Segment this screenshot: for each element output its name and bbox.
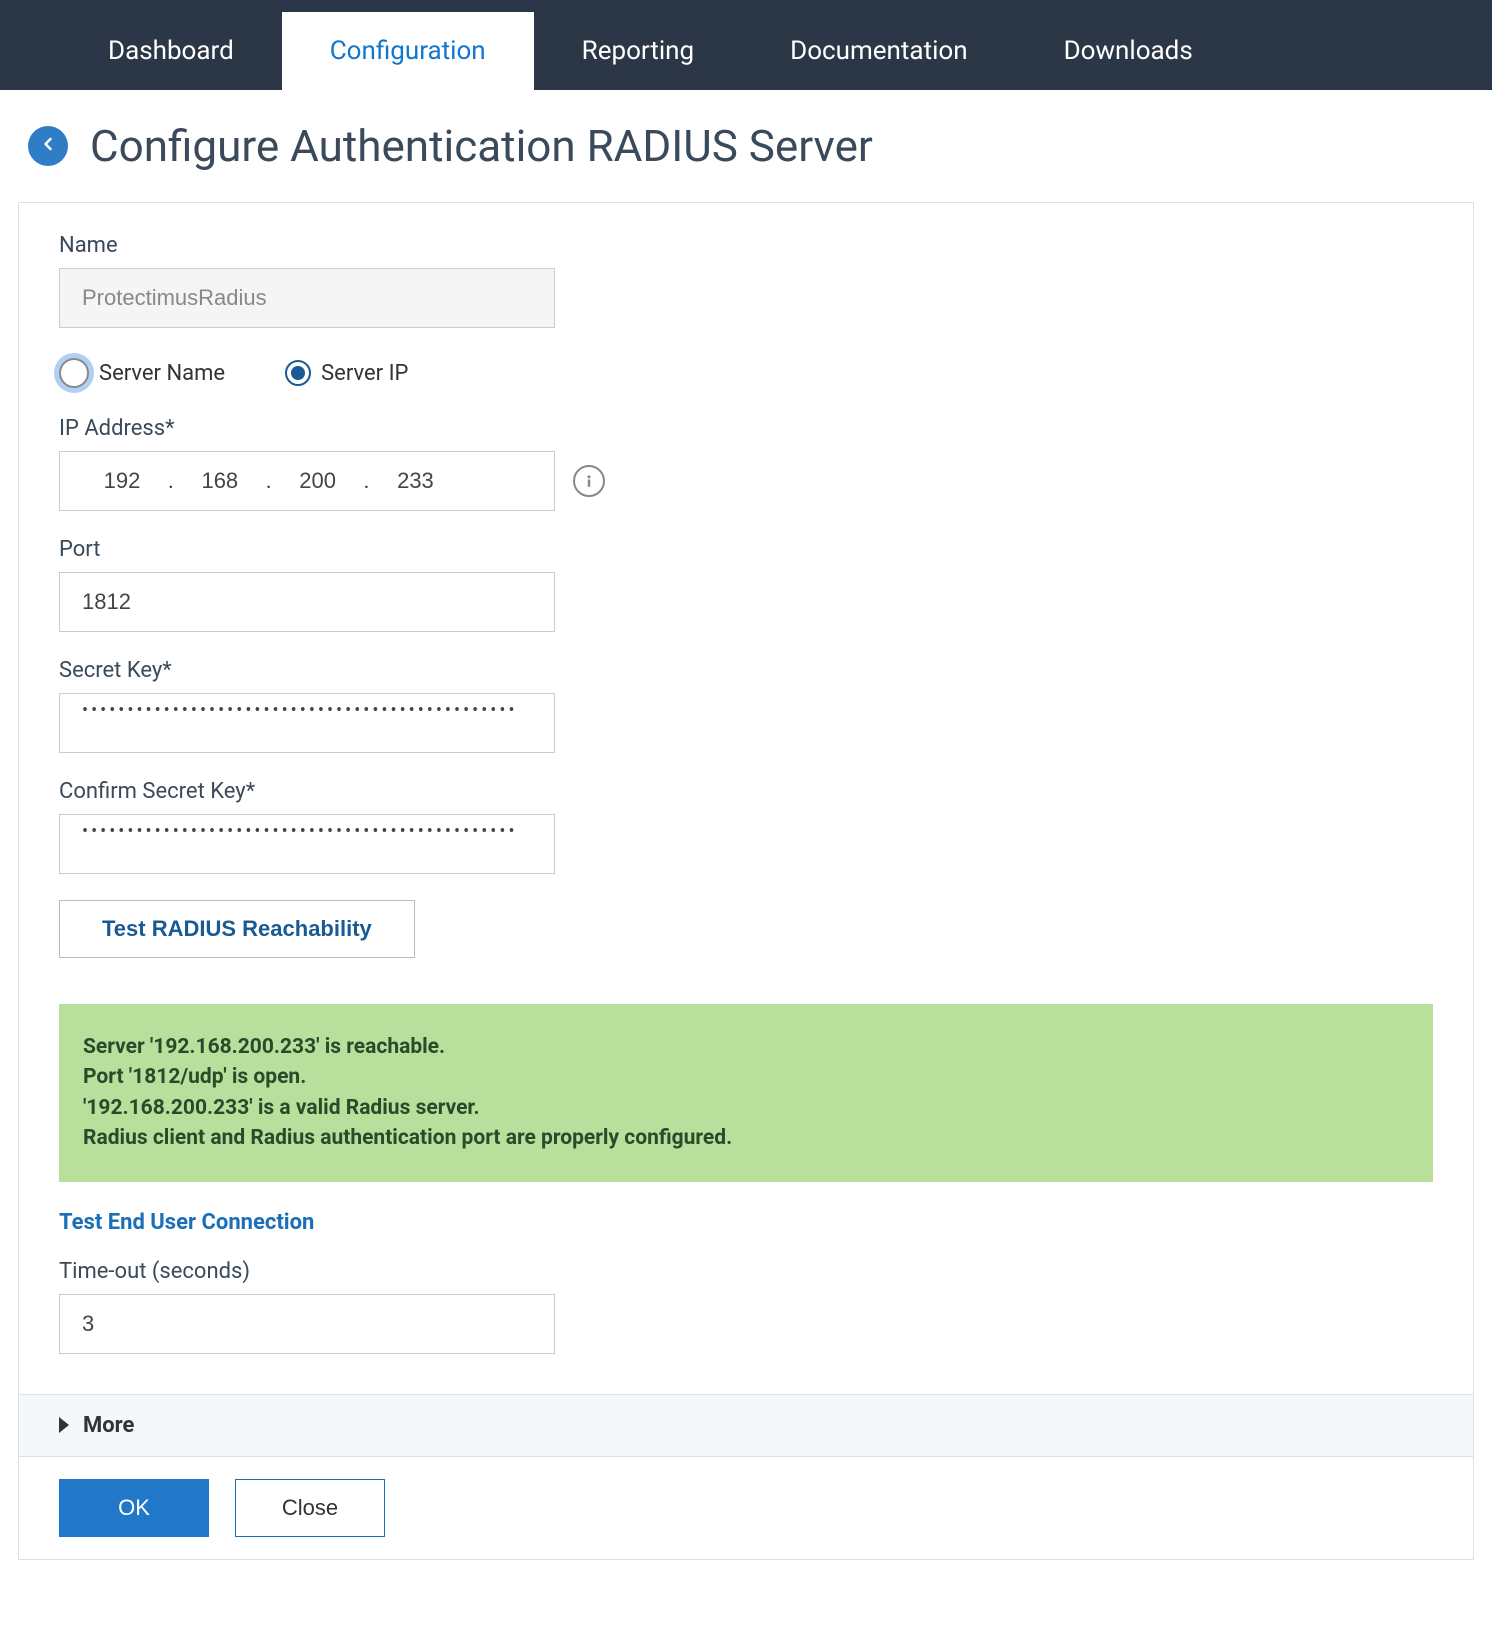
ip-dot: . bbox=[358, 469, 376, 494]
test-radius-label: Test RADIUS Reachability bbox=[102, 916, 372, 941]
timeout-input[interactable] bbox=[59, 1294, 555, 1354]
status-line: Port '1812/udp' is open. bbox=[83, 1062, 1409, 1092]
ip-octet-3[interactable] bbox=[278, 468, 358, 494]
page-title: Configure Authentication RADIUS Server bbox=[90, 120, 873, 172]
page-header: Configure Authentication RADIUS Server bbox=[0, 90, 1492, 202]
status-line: '192.168.200.233' is a valid Radius serv… bbox=[83, 1093, 1409, 1123]
footer-actions: OK Close bbox=[18, 1457, 1474, 1560]
confirm-secret-field: Confirm Secret Key* ••••••••••••••••••••… bbox=[59, 779, 1433, 874]
main-nav: Dashboard Configuration Reporting Docume… bbox=[0, 12, 1492, 90]
ip-dot: . bbox=[162, 469, 180, 494]
nav-label: Documentation bbox=[790, 36, 967, 66]
status-line: Server '192.168.200.233' is reachable. bbox=[83, 1032, 1409, 1062]
nav-dashboard[interactable]: Dashboard bbox=[60, 12, 282, 90]
arrow-left-icon bbox=[38, 134, 58, 158]
nav-label: Dashboard bbox=[108, 36, 234, 66]
top-accent-bar bbox=[0, 0, 1492, 12]
nav-label: Reporting bbox=[582, 36, 694, 66]
radio-icon bbox=[285, 360, 311, 386]
radio-icon bbox=[59, 358, 89, 388]
nav-downloads[interactable]: Downloads bbox=[1016, 12, 1241, 90]
nav-documentation[interactable]: Documentation bbox=[742, 12, 1015, 90]
confirm-secret-label: Confirm Secret Key* bbox=[59, 779, 1433, 804]
nav-configuration[interactable]: Configuration bbox=[282, 12, 534, 90]
name-label: Name bbox=[59, 233, 1433, 258]
ip-octet-1[interactable] bbox=[82, 468, 162, 494]
ok-button[interactable]: OK bbox=[59, 1479, 209, 1537]
status-message: Server '192.168.200.233' is reachable. P… bbox=[59, 1004, 1433, 1182]
ip-octet-4[interactable] bbox=[375, 468, 455, 494]
timeout-label: Time-out (seconds) bbox=[59, 1259, 1433, 1284]
form-panel: Name Server Name Server IP IP Address* .… bbox=[18, 202, 1474, 1395]
radio-label: Server IP bbox=[321, 361, 408, 386]
ip-field: IP Address* . . . bbox=[59, 416, 1433, 511]
name-field: Name bbox=[59, 233, 1433, 328]
test-end-user-link[interactable]: Test End User Connection bbox=[59, 1210, 314, 1235]
caret-right-icon bbox=[59, 1417, 69, 1433]
port-label: Port bbox=[59, 537, 1433, 562]
back-button[interactable] bbox=[28, 126, 68, 166]
test-radius-button[interactable]: Test RADIUS Reachability bbox=[59, 900, 415, 958]
port-input[interactable] bbox=[59, 572, 555, 632]
radio-server-ip[interactable]: Server IP bbox=[285, 360, 408, 386]
radio-server-name[interactable]: Server Name bbox=[59, 358, 225, 388]
confirm-secret-input[interactable]: ••••••••••••••••••••••••••••••••••••••••… bbox=[59, 814, 555, 874]
server-type-radio-group: Server Name Server IP bbox=[59, 358, 1433, 388]
nav-reporting[interactable]: Reporting bbox=[534, 12, 742, 90]
timeout-field: Time-out (seconds) bbox=[59, 1259, 1433, 1354]
info-icon[interactable] bbox=[573, 465, 605, 497]
secret-input[interactable]: ••••••••••••••••••••••••••••••••••••••••… bbox=[59, 693, 555, 753]
secret-label: Secret Key* bbox=[59, 658, 1433, 683]
close-button[interactable]: Close bbox=[235, 1479, 385, 1537]
radio-label: Server Name bbox=[99, 361, 225, 386]
nav-label: Downloads bbox=[1064, 36, 1193, 66]
ip-octet-2[interactable] bbox=[180, 468, 260, 494]
port-field: Port bbox=[59, 537, 1433, 632]
status-line: Radius client and Radius authentication … bbox=[83, 1123, 1409, 1153]
ip-dot: . bbox=[260, 469, 278, 494]
secret-field: Secret Key* ••••••••••••••••••••••••••••… bbox=[59, 658, 1433, 753]
ok-label: OK bbox=[118, 1495, 150, 1520]
more-label: More bbox=[83, 1413, 134, 1438]
more-expander[interactable]: More bbox=[18, 1395, 1474, 1457]
nav-label: Configuration bbox=[330, 36, 486, 66]
ip-input[interactable]: . . . bbox=[59, 451, 555, 511]
name-input[interactable] bbox=[59, 268, 555, 328]
ip-label: IP Address* bbox=[59, 416, 1433, 441]
close-label: Close bbox=[282, 1495, 338, 1520]
